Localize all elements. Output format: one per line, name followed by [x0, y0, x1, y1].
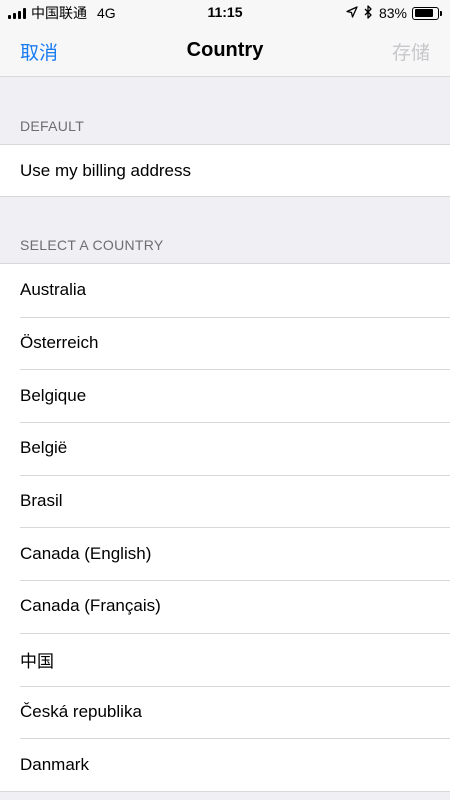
country-item[interactable]: Brasil	[0, 474, 450, 528]
country-item[interactable]: Belgique	[0, 369, 450, 422]
default-section-header: DEFAULT	[20, 118, 85, 134]
status-bar: 中国联通 4G 11:15 83%	[0, 0, 450, 26]
country-item[interactable]: Danmark	[0, 738, 450, 791]
page-title: Country	[186, 39, 264, 61]
battery-percent: 83%	[378, 5, 407, 21]
country-list: Australia Österreich Belgique België Bra…	[0, 263, 450, 792]
country-item[interactable]: Australia	[0, 264, 450, 317]
battery-level-fill	[414, 9, 433, 17]
countries-section-header: SELECT A COUNTRY	[20, 237, 164, 253]
country-item[interactable]: Česká republika	[0, 685, 450, 739]
status-right: 83%	[346, 4, 442, 22]
default-section-list: Use my billing address	[0, 144, 450, 197]
country-item[interactable]: 中国	[0, 632, 450, 686]
country-item[interactable]: België	[0, 422, 450, 475]
save-button[interactable]: 存储	[392, 38, 430, 65]
bluetooth-icon	[364, 4, 373, 22]
navigation-bar: 取消 Country 存储	[0, 26, 450, 77]
country-item[interactable]: Canada (Français)	[0, 580, 450, 633]
country-item[interactable]: Canada (English)	[0, 527, 450, 580]
battery-icon	[412, 6, 442, 20]
use-billing-address-item[interactable]: Use my billing address	[0, 145, 450, 196]
country-item[interactable]: Österreich	[0, 316, 450, 370]
location-arrow-icon	[346, 5, 358, 21]
